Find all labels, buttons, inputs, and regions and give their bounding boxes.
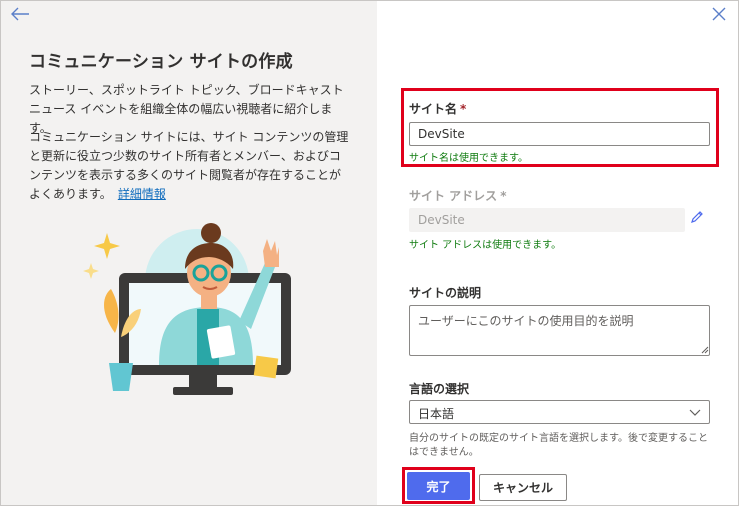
site-name-label: サイト名 * (409, 102, 467, 116)
illustration-image (83, 223, 291, 395)
description-textarea[interactable] (409, 305, 710, 356)
description-body: コミュニケーション サイトには、サイト コンテンツの管理と更新に役立つ少数のサイ… (29, 130, 349, 201)
required-mark: * (460, 102, 467, 116)
site-name-status: サイト名は使用できます。 (409, 153, 528, 164)
done-button[interactable]: 完了 (407, 472, 470, 500)
page-title: コミュニケーション サイトの作成 (29, 52, 293, 72)
site-address-status: サイト アドレスは使用できます。 (409, 240, 562, 251)
info-panel: コミュニケーション サイトの作成 ストーリー、スポットライト トピック、ブロード… (1, 1, 377, 505)
cancel-button[interactable]: キャンセル (479, 474, 567, 501)
pencil-icon[interactable] (689, 209, 705, 225)
close-icon[interactable] (709, 4, 729, 24)
chevron-down-icon (689, 409, 701, 416)
sparkle-shape (83, 263, 99, 279)
description-text: コミュニケーション サイトには、サイト コンテンツの管理と更新に役立つ少数のサイ… (29, 128, 351, 204)
language-select[interactable]: 日本語 (409, 400, 710, 424)
required-mark: * (500, 189, 507, 203)
site-address-input (409, 208, 685, 232)
language-label: 言語の選択 (409, 382, 470, 396)
site-name-input[interactable] (409, 122, 710, 146)
sparkle-shape (94, 233, 120, 259)
arrow-left-icon[interactable] (9, 5, 31, 23)
language-selected-value: 日本語 (418, 407, 455, 421)
site-address-label: サイト アドレス * (409, 189, 507, 203)
resize-grip-icon[interactable] (701, 346, 709, 354)
language-help-text: 自分のサイトの既定のサイト言語を選択します。後で変更することはできません。 (409, 433, 708, 458)
learn-more-link[interactable]: 詳細情報 (118, 187, 166, 201)
description-label: サイトの説明 (409, 286, 482, 300)
